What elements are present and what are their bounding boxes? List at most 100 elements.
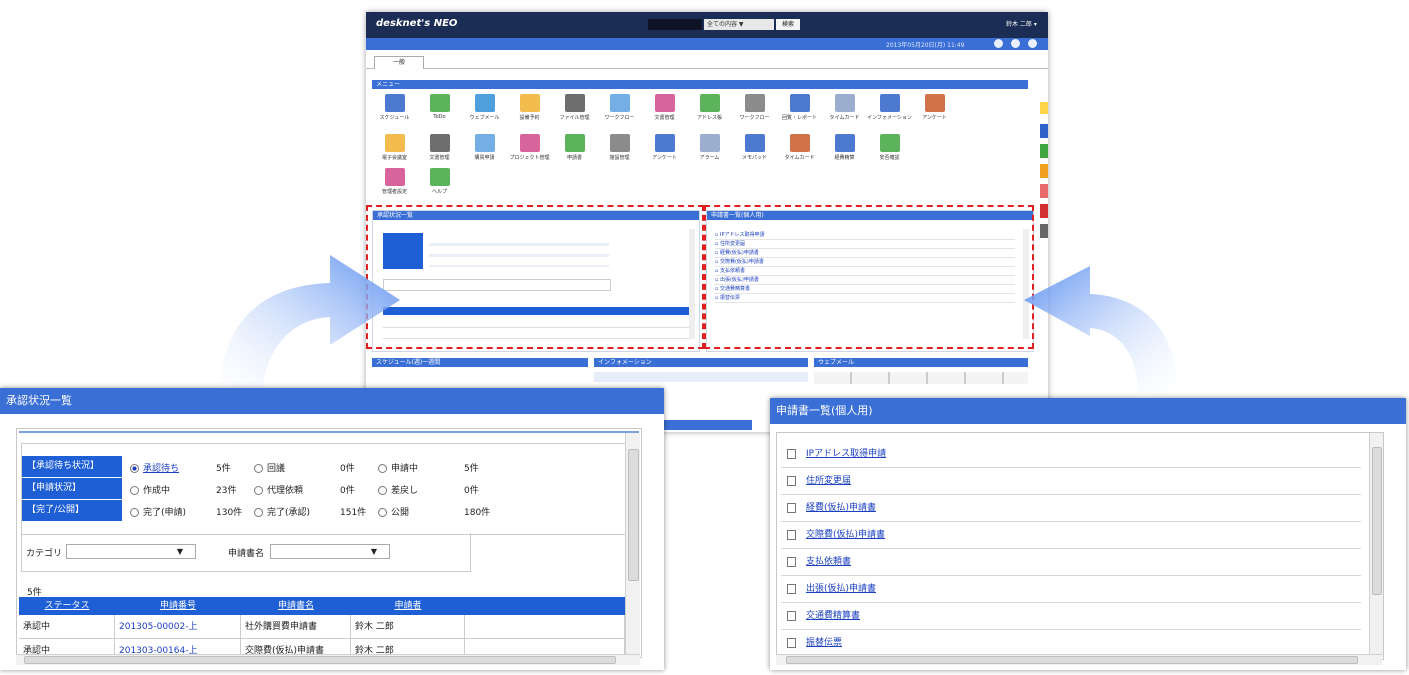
app-icon-2-2[interactable]: 文書管理 xyxy=(417,134,462,161)
radio-button[interactable] xyxy=(378,508,387,517)
search-button[interactable]: 検索 xyxy=(776,19,800,30)
side-tab-blue[interactable] xyxy=(1040,124,1048,138)
side-tab-yellow[interactable] xyxy=(1040,102,1048,114)
approval-hscrollbar[interactable] xyxy=(16,654,640,665)
app-icon-1-12[interactable]: インフォメーション xyxy=(867,94,912,121)
radio-button[interactable] xyxy=(254,486,263,495)
form-link[interactable]: 支払依頼書 xyxy=(806,557,851,567)
settings-icon[interactable] xyxy=(1011,39,1020,48)
form-list-item[interactable]: 支払依頼書 xyxy=(781,549,1361,576)
app-icon-2-6[interactable]: 施設管理 xyxy=(597,134,642,161)
app-icon-1-7[interactable]: 文書管理 xyxy=(642,94,687,121)
form-name-select[interactable]: ▼ xyxy=(270,544,390,559)
form-list-item[interactable]: IPアドレス取得申請 xyxy=(781,441,1361,468)
status-option[interactable]: 差戻し 0件 xyxy=(378,483,479,496)
app-glyph-icon xyxy=(744,94,765,112)
user-icon[interactable] xyxy=(1028,39,1037,48)
app-icon-3-1[interactable]: 管理者設定 xyxy=(372,168,417,195)
radio-button[interactable] xyxy=(378,486,387,495)
status-option-count: 5件 xyxy=(464,464,479,474)
forms-hscrollbar[interactable] xyxy=(776,654,1382,665)
status-option[interactable]: 承認待ち 5件 xyxy=(130,461,231,474)
form-link[interactable]: 振替伝票 xyxy=(806,638,842,648)
status-option[interactable]: 完了(承認) 151件 xyxy=(254,505,366,518)
app-icon-2-5[interactable]: 申請書 xyxy=(552,134,597,161)
app-icon-1-8[interactable]: アドレス帳 xyxy=(687,94,732,121)
status-option[interactable]: 申請中 5件 xyxy=(378,461,479,474)
approval-content: 【承認待ち状況】 承認待ち 5件 回議 0件 申請中 5件 【申請状況】 作成中 23件 代理依頼 0… xyxy=(16,428,642,663)
app-icon-2-10[interactable]: タイムカード xyxy=(777,134,822,161)
search-scope-select[interactable]: 全ての内容 ▼ xyxy=(704,19,774,30)
form-link[interactable]: 交通費精算書 xyxy=(806,611,860,621)
form-list-item[interactable]: 交際費(仮払)申請書 xyxy=(781,522,1361,549)
approval-status-panel: 承認状況一覧 【承認待ち状況】 承認待ち 5件 回議 0件 申請中 5件 【申請状況】 作成中 2… xyxy=(0,388,664,670)
side-tab-red[interactable] xyxy=(1040,204,1048,218)
form-link[interactable]: 交際費(仮払)申請書 xyxy=(806,530,885,540)
form-link[interactable]: 出張(仮払)申請書 xyxy=(806,584,876,594)
app-icon-1-1[interactable]: スケジュール xyxy=(372,94,417,121)
status-option[interactable]: 完了(申請) 130件 xyxy=(130,505,242,518)
forms-vscroll-thumb[interactable] xyxy=(1372,447,1382,595)
status-option[interactable]: 回議 0件 xyxy=(254,461,355,474)
search-input[interactable] xyxy=(648,19,702,30)
app-icon-1-4[interactable]: 設備予約 xyxy=(507,94,552,121)
app-icon-1-6[interactable]: ワークフロー xyxy=(597,94,642,121)
tab-general[interactable]: 一般 xyxy=(374,56,424,69)
radio-button[interactable] xyxy=(378,464,387,473)
app-icon-3-2[interactable]: ヘルプ xyxy=(417,168,462,195)
form-list-item[interactable]: 経費(仮払)申請書 xyxy=(781,495,1361,522)
form-list-item[interactable]: 住所変更届 xyxy=(781,468,1361,495)
app-icon-1-10[interactable]: 回覧・レポート xyxy=(777,94,822,121)
radio-button[interactable] xyxy=(130,508,139,517)
side-tab-pink[interactable] xyxy=(1040,184,1048,198)
radio-button[interactable] xyxy=(130,464,139,473)
table-header-cell[interactable]: 申請者 xyxy=(351,597,466,615)
app-icon-1-13[interactable]: アンケート xyxy=(912,94,957,121)
approval-vscroll-thumb[interactable] xyxy=(628,449,639,581)
form-link[interactable]: 住所変更届 xyxy=(806,476,851,486)
app-icon-2-3[interactable]: 購買申請 xyxy=(462,134,507,161)
app-glyph-icon xyxy=(429,168,450,186)
help-icon[interactable] xyxy=(994,39,1003,48)
approval-vscrollbar[interactable] xyxy=(625,433,640,655)
forms-hscroll-thumb[interactable] xyxy=(786,656,1358,664)
approval-hscroll-thumb[interactable] xyxy=(24,656,616,664)
user-menu[interactable]: 鈴木 二郎 ▾ xyxy=(1006,19,1037,28)
app-icon-2-4[interactable]: プロジェクト管理 xyxy=(507,134,552,161)
radio-button[interactable] xyxy=(130,486,139,495)
category-select[interactable]: ▼ xyxy=(66,544,196,559)
side-tab-orange[interactable] xyxy=(1040,164,1048,178)
status-option[interactable]: 作成中 23件 xyxy=(130,483,236,496)
table-header-cell[interactable]: 申請番号 xyxy=(115,597,242,615)
app-icon-1-9[interactable]: ワークフロー xyxy=(732,94,777,121)
application-number-link[interactable]: 201305-00002-上 xyxy=(119,622,197,632)
forms-vscrollbar[interactable] xyxy=(1369,433,1383,657)
table-row[interactable]: 承認中 201305-00002-上 社外購買費申請書 鈴木 二郎 xyxy=(19,615,625,639)
table-header-cell[interactable]: 申請書名 xyxy=(241,597,352,615)
status-option[interactable]: 代理依頼 0件 xyxy=(254,483,355,496)
app-icon-2-12[interactable]: 安否確認 xyxy=(867,134,912,161)
app-icon-2-9[interactable]: メモパッド xyxy=(732,134,777,161)
status-option-link[interactable]: 承認待ち xyxy=(143,464,179,474)
radio-button[interactable] xyxy=(254,464,263,473)
app-icon-2-11[interactable]: 経費精算 xyxy=(822,134,867,161)
form-link[interactable]: IPアドレス取得申請 xyxy=(806,449,886,459)
app-icon-2-7[interactable]: アンケート xyxy=(642,134,687,161)
app-icon-1-5[interactable]: ファイル管理 xyxy=(552,94,597,121)
app-icon-1-2[interactable]: ToDo xyxy=(417,94,462,121)
side-tab-green[interactable] xyxy=(1040,144,1048,158)
table-header-cell[interactable]: ステータス xyxy=(19,597,116,615)
form-list-item[interactable]: 振替伝票 xyxy=(781,630,1361,657)
app-icon-1-11[interactable]: タイムカード xyxy=(822,94,867,121)
form-list-item[interactable]: 出張(仮払)申請書 xyxy=(781,576,1361,603)
app-icon-2-8[interactable]: アラーム xyxy=(687,134,732,161)
app-icon-1-3[interactable]: ウェブメール xyxy=(462,94,507,121)
status-option[interactable]: 公開 180件 xyxy=(378,505,490,518)
app-glyph-icon xyxy=(789,94,810,112)
side-tab-gray[interactable] xyxy=(1040,224,1048,238)
form-link[interactable]: 経費(仮払)申請書 xyxy=(806,503,876,513)
radio-button[interactable] xyxy=(254,508,263,517)
app-icon-2-1[interactable]: 電子会議室 xyxy=(372,134,417,161)
app-glyph-icon xyxy=(609,94,630,112)
form-list-item[interactable]: 交通費精算書 xyxy=(781,603,1361,630)
